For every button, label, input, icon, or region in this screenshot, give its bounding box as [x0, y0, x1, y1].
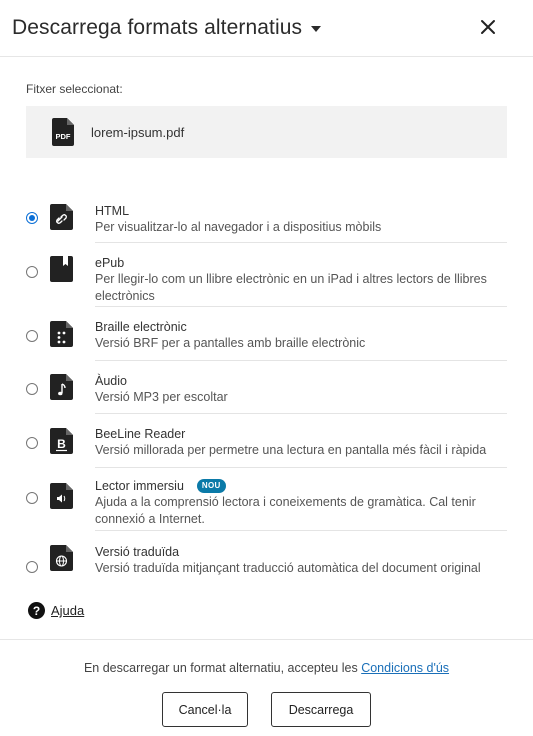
svg-text:?: ? [33, 604, 40, 618]
format-title-audio: Àudio [95, 374, 127, 388]
format-option-braille[interactable]: Braille electrònic Versió BRF per a pant… [0, 307, 533, 361]
help-link[interactable]: ? Ajuda [28, 602, 84, 619]
braille-document-icon [50, 321, 73, 347]
format-title-braille: Braille electrònic [95, 320, 187, 334]
svg-text:PDF: PDF [56, 132, 71, 141]
format-desc-immersive-reader: Ajuda a la comprensió lectora i coneixem… [95, 495, 476, 526]
selected-file-label: Fitxer seleccionat: [26, 82, 123, 96]
format-option-translated[interactable]: Versió traduïda Versió traduïda mitjança… [0, 531, 533, 585]
format-option-epub[interactable]: ePub Per llegir-lo com un llibre electrò… [0, 243, 533, 307]
terms-link[interactable]: Condicions d'ús [361, 661, 449, 675]
footer-divider [0, 639, 533, 640]
format-title-beeline: BeeLine Reader [95, 427, 186, 441]
dialog-header: Descarrega formats alternatius [0, 0, 533, 57]
format-option-audio[interactable]: Àudio Versió MP3 per escoltar [0, 361, 533, 414]
caret-down-icon[interactable] [311, 26, 322, 32]
format-title-translated: Versió traduïda [95, 545, 180, 559]
help-circle-icon: ? [28, 602, 45, 619]
link-document-icon [50, 204, 73, 230]
audio-document-icon [50, 374, 73, 400]
format-radio-translated[interactable] [26, 561, 38, 573]
format-option-immersive-reader[interactable]: Lector immersiu NOU Ajuda a la comprensi… [0, 468, 533, 531]
format-options-list: HTML Per visualitzar-lo al navegador i a… [0, 193, 533, 585]
format-desc-braille: Versió BRF per a pantalles amb braille e… [95, 336, 366, 350]
download-button[interactable]: Descarrega [271, 692, 371, 727]
format-radio-audio[interactable] [26, 383, 38, 395]
selected-file-box: PDF lorem-ipsum.pdf [26, 106, 507, 158]
format-radio-immersive-reader[interactable] [26, 492, 38, 504]
format-title-immersive-reader: Lector immersiu [95, 479, 184, 493]
format-title-epub: ePub [95, 256, 125, 270]
format-desc-epub: Per llegir-lo com un llibre electrònic e… [95, 272, 487, 303]
format-title-html: HTML [95, 204, 130, 218]
format-option-html[interactable]: HTML Per visualitzar-lo al navegador i a… [0, 193, 533, 243]
dialog-title: Descarrega formats alternatius [12, 16, 303, 39]
selected-file-name: lorem-ipsum.pdf [91, 124, 185, 140]
immersive-reader-document-icon [50, 483, 73, 509]
globe-document-icon [50, 545, 73, 571]
format-radio-html[interactable] [26, 212, 38, 224]
format-desc-beeline: Versió millorada per permetre una lectur… [95, 443, 487, 457]
help-label[interactable]: Ajuda [51, 603, 84, 618]
svg-text:B: B [57, 437, 66, 451]
format-desc-audio: Versió MP3 per escoltar [95, 390, 228, 404]
beeline-document-icon: B [50, 428, 73, 454]
new-badge: NOU [196, 479, 226, 493]
terms-text: En descarregar un format alternatiu, acc… [83, 661, 362, 675]
format-desc-translated: Versió traduïda mitjançant traducció aut… [95, 561, 481, 575]
format-radio-beeline[interactable] [26, 437, 38, 449]
terms-notice: En descarregar un format alternatiu, acc… [0, 661, 533, 675]
ebook-icon [50, 256, 73, 282]
cancel-button[interactable]: Cancel·la [162, 692, 248, 727]
pdf-file-icon: PDF [52, 118, 74, 146]
close-icon[interactable] [476, 15, 500, 39]
format-desc-html: Per visualitzar-lo al navegador i a disp… [95, 220, 382, 234]
format-option-beeline[interactable]: B BeeLine Reader Versió millorada per pe… [0, 414, 533, 468]
format-radio-epub[interactable] [26, 266, 38, 278]
format-radio-braille[interactable] [26, 330, 38, 342]
